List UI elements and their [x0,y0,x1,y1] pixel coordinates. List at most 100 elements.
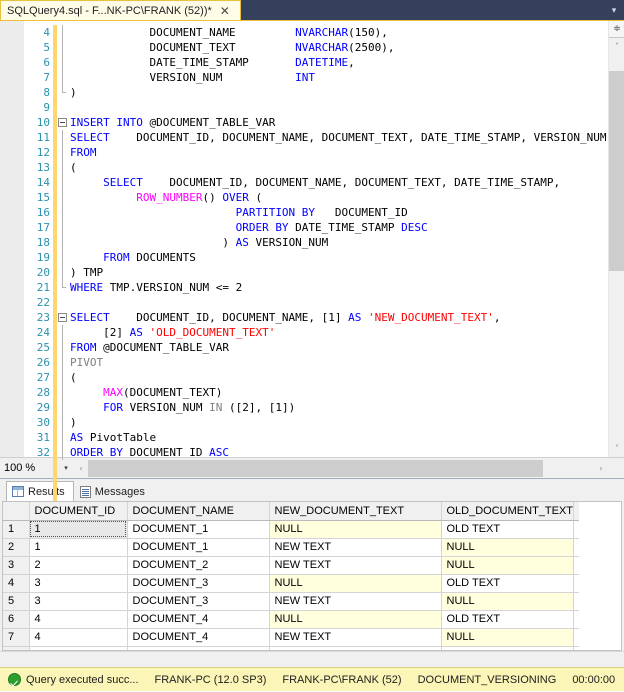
table-cell[interactable]: DOCUMENT_2 [127,556,270,575]
column-header[interactable]: NEW_DOCUMENT_TEXT [269,502,442,521]
table-cell[interactable]: DOCUMENT_1 [127,520,270,539]
table-cell[interactable]: OLD TEXT [441,646,575,650]
row-header[interactable]: 4 [3,574,30,593]
table-row[interactable]: 5 3 DOCUMENT_3 NEW TEXT NULL [3,592,580,611]
line-number: 21 [36,281,50,294]
zoom-dropdown-icon[interactable]: ▾ [58,459,74,478]
table-cell[interactable]: NULL [441,538,575,557]
table-cell-filler [573,556,580,575]
table-cell[interactable]: DOCUMENT_3 [127,592,270,611]
scrollbar-thumb[interactable] [609,71,624,271]
tab-messages[interactable]: Messages [74,481,154,501]
row-header[interactable]: 3 [3,556,30,575]
code-line: VERSION_NUM INT [70,71,316,84]
status-query-state: Query executed succ... [0,668,147,692]
table-row[interactable]: 6 4 DOCUMENT_4 NULL OLD TEXT [3,610,580,629]
table-cell[interactable]: DOCUMENT_4 [127,628,270,647]
row-header[interactable]: 7 [3,628,30,647]
row-header[interactable]: 6 [3,610,30,629]
line-number: 14 [36,176,50,189]
table-cell[interactable]: NULL [269,610,442,629]
code-line: FOR VERSION_NUM IN ([2], [1]) [103,401,296,414]
table-cell[interactable]: NEW TEXT [269,556,442,575]
table-cell[interactable]: DOCUMENT_5 [127,646,270,650]
scroll-up-icon[interactable]: ˄ [609,38,624,55]
fold-marker [57,40,70,55]
hscroll-track[interactable] [88,459,594,477]
table-row[interactable]: 85DOCUMENT_5NEW TEXTOLD TEXT [3,646,580,650]
code-line: ORDER BY DATE_TIME_STAMP DESC [235,221,428,234]
row-header[interactable]: 2 [3,538,30,557]
fold-marker [57,355,70,370]
editor-horizontal-scrollbar[interactable]: ‹ › [74,459,608,477]
scroll-down-icon[interactable]: ˅ [609,440,624,457]
editor-vertical-scrollbar[interactable]: ≑ ˄ ˅ [608,21,624,457]
table-cell[interactable]: 1 [29,538,128,557]
table-cell[interactable]: NEW TEXT [269,628,442,647]
table-cell[interactable]: 2 [29,556,128,575]
scroll-right-icon[interactable]: › [594,460,608,477]
table-cell[interactable]: NULL [441,556,575,575]
fold-marker [57,100,70,115]
row-header[interactable]: 1 [3,520,30,539]
table-cell-filler [573,520,580,539]
zoom-level-display[interactable]: 100 % [0,458,58,478]
editor-status-row: 100 % ▾ ‹ › [0,457,624,478]
table-cell[interactable]: 4 [29,610,128,629]
close-icon[interactable]: ✕ [218,5,232,17]
fold-marker[interactable] [57,115,70,130]
table-cell[interactable]: OLD TEXT [441,610,575,629]
table-row[interactable]: 3 2 DOCUMENT_2 NEW TEXT NULL [3,556,580,575]
table-cell[interactable]: DOCUMENT_1 [127,538,270,557]
code-text-area[interactable]: DOCUMENT_NAME NVARCHAR(150), DOCUMENT_TE… [70,21,608,457]
tab-results[interactable]: Results [6,481,74,501]
table-cell[interactable]: DOCUMENT_3 [127,574,270,593]
table-cell[interactable]: NEW TEXT [269,592,442,611]
tab-results-label: Results [28,485,65,498]
table-cell[interactable]: 3 [29,592,128,611]
table-cell[interactable]: OLD TEXT [441,520,575,539]
table-cell[interactable]: 1 [29,520,128,539]
column-header[interactable]: DOCUMENT_ID [29,502,128,521]
table-cell[interactable]: NULL [441,592,575,611]
chevron-down-icon[interactable]: ▾ [607,3,621,17]
results-grid[interactable]: DOCUMENT_ID DOCUMENT_NAME NEW_DOCUMENT_TEX… [3,502,580,650]
table-cell[interactable]: NULL [269,574,442,593]
row-header[interactable]: 5 [3,592,30,611]
results-horizontal-scrollbar[interactable] [0,651,624,667]
scroll-left-icon[interactable]: ‹ [74,460,88,477]
code-line: ) [70,86,77,99]
hscroll-thumb[interactable] [88,459,543,477]
table-cell[interactable]: NULL [269,520,442,539]
table-cell[interactable]: 4 [29,628,128,647]
table-cell[interactable]: NEW TEXT [269,538,442,557]
table-row[interactable]: 7 4 DOCUMENT_4 NEW TEXT NULL [3,628,580,647]
line-number: 18 [36,236,50,249]
table-cell[interactable]: NEW TEXT [269,646,442,650]
line-number: 5 [43,41,50,54]
table-cell[interactable]: 5 [29,646,128,650]
code-folding-column[interactable] [57,21,70,460]
table-cell[interactable]: NULL [441,628,575,647]
table-row[interactable]: 4 3 DOCUMENT_3 NULL OLD TEXT [3,574,580,593]
line-number: 7 [43,71,50,84]
row-header[interactable]: 8 [3,646,30,650]
table-cell[interactable]: 3 [29,574,128,593]
code-line: FROM @DOCUMENT_TABLE_VAR [70,341,229,354]
table-cell[interactable]: DOCUMENT_4 [127,610,270,629]
results-grid-container[interactable]: DOCUMENT_ID DOCUMENT_NAME NEW_DOCUMENT_TEX… [2,501,622,651]
table-row[interactable]: 2 1 DOCUMENT_1 NEW TEXT NULL [3,538,580,557]
column-header[interactable]: DOCUMENT_NAME [127,502,270,521]
line-number: 26 [36,356,50,369]
code-editor[interactable]: 4 5 6 7 8 9 10 11 12 13 14 15 16 17 18 19 20 21 22 23 24 25 26… [0,20,624,505]
pane-splitter-handle[interactable]: ≑ [609,21,624,38]
column-header[interactable]: OLD_DOCUMENT_TEXT [441,502,575,521]
fold-marker[interactable] [57,310,70,325]
code-line: MAX(DOCUMENT_TEXT) [103,386,223,399]
table-row[interactable]: 1 1 DOCUMENT_1 NULL OLD TEXT [3,520,580,539]
fold-marker [57,445,70,460]
code-line: SELECT DOCUMENT_ID, DOCUMENT_NAME, DOCUM… [70,131,607,144]
grid-corner-cell[interactable] [3,502,30,521]
tab-sqlquery4[interactable]: SQLQuery4.sql - F...NK-PC\FRANK (52))* ✕ [0,0,241,20]
table-cell[interactable]: OLD TEXT [441,574,575,593]
